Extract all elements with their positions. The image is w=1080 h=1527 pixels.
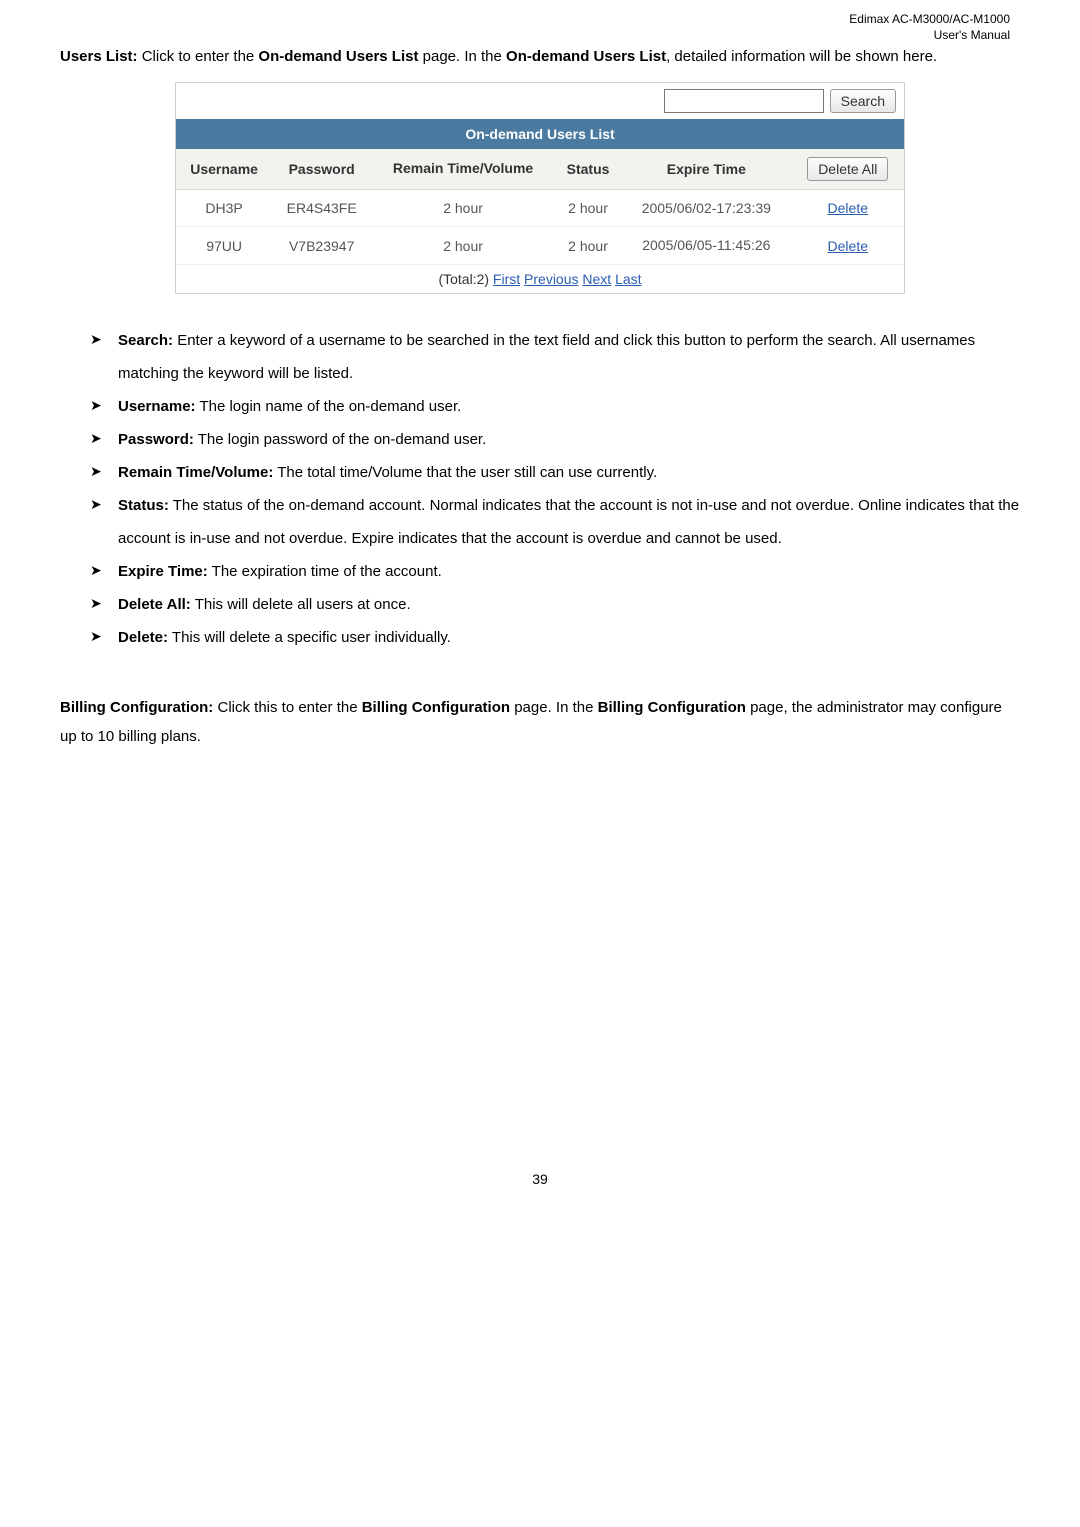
intro-bold-2: On-demand Users List (258, 48, 418, 65)
cell-action: Delete (792, 189, 904, 227)
col-remain: Remain Time/Volume (371, 149, 555, 190)
pager-total: (Total:2) (438, 271, 492, 287)
cell-password: ER4S43FE (272, 189, 371, 227)
cell-expire: 2005/06/02-17:23:39 (621, 189, 791, 227)
search-input[interactable] (664, 89, 824, 113)
search-row: Search (176, 83, 904, 119)
col-expire: Expire Time (621, 149, 791, 190)
bullet-remain: Remain Time/Volume: The total time/Volum… (90, 456, 1020, 489)
col-delete-all: Delete All (792, 149, 904, 190)
cell-username: DH3P (176, 189, 272, 227)
billing-bold-2: Billing Configuration (362, 699, 510, 716)
bullet-body: This will delete a specific user individ… (168, 629, 451, 646)
pager-next[interactable]: Next (582, 271, 611, 287)
page-number: 39 (60, 1171, 1020, 1207)
cell-username: 97UU (176, 227, 272, 265)
billing-paragraph: Billing Configuration: Click this to ent… (60, 694, 1020, 751)
intro-paragraph: Users List: Click to enter the On-demand… (60, 43, 1020, 72)
billing-bold-3: Billing Configuration (598, 699, 746, 716)
table-header-row: Username Password Remain Time/Volume Sta… (176, 149, 904, 190)
bullet-status: Status: The status of the on-demand acco… (90, 489, 1020, 555)
cell-action: Delete (792, 227, 904, 265)
bullet-head: Search: (118, 332, 173, 349)
product-name: Edimax AC-M3000/AC-M1000 (60, 12, 1010, 28)
billing-text-2: page. In the (510, 699, 598, 716)
pagination: (Total:2) First Previous Next Last (176, 265, 904, 293)
bullet-search: Search: Enter a keyword of a username to… (90, 324, 1020, 390)
col-status: Status (555, 149, 621, 190)
bullet-head: Remain Time/Volume: (118, 464, 273, 481)
users-table: Username Password Remain Time/Volume Sta… (176, 149, 904, 266)
pager-previous[interactable]: Previous (524, 271, 578, 287)
pager-first[interactable]: First (493, 271, 520, 287)
cell-remain: 2 hour (371, 227, 555, 265)
cell-remain: 2 hour (371, 189, 555, 227)
bullet-head: Delete: (118, 629, 168, 646)
delete-link[interactable]: Delete (828, 238, 868, 254)
billing-text-1: Click this to enter the (213, 699, 361, 716)
cell-password: V7B23947 (272, 227, 371, 265)
intro-bold-1: Users List: (60, 48, 138, 65)
cell-expire: 2005/06/05-11:45:26 (621, 227, 791, 265)
bullet-head: Status: (118, 497, 169, 514)
table-row: 97UU V7B23947 2 hour 2 hour 2005/06/05-1… (176, 227, 904, 265)
bullet-body: The login name of the on-demand user. (196, 398, 462, 415)
delete-link[interactable]: Delete (828, 200, 868, 216)
cell-status: 2 hour (555, 189, 621, 227)
billing-bold-1: Billing Configuration: (60, 699, 213, 716)
intro-text-3: , detailed information will be shown her… (666, 48, 937, 65)
search-button[interactable]: Search (830, 89, 896, 113)
feature-bullets: Search: Enter a keyword of a username to… (60, 324, 1020, 654)
bullet-body: This will delete all users at once. (191, 596, 411, 613)
bullet-expire: Expire Time: The expiration time of the … (90, 555, 1020, 588)
delete-all-button[interactable]: Delete All (807, 157, 888, 181)
doc-header: Edimax AC-M3000/AC-M1000 User's Manual (60, 0, 1020, 43)
cell-status: 2 hour (555, 227, 621, 265)
bullet-body: The expiration time of the account. (208, 563, 442, 580)
table-row: DH3P ER4S43FE 2 hour 2 hour 2005/06/02-1… (176, 189, 904, 227)
bullet-head: Password: (118, 431, 194, 448)
col-password: Password (272, 149, 371, 190)
intro-text-1: Click to enter the (138, 48, 259, 65)
table-title-bar: On-demand Users List (176, 119, 904, 149)
bullet-body: The status of the on-demand account. Nor… (118, 497, 1019, 547)
bullet-body: The login password of the on-demand user… (194, 431, 486, 448)
col-username: Username (176, 149, 272, 190)
bullet-username: Username: The login name of the on-deman… (90, 390, 1020, 423)
bullet-body: Enter a keyword of a username to be sear… (118, 332, 975, 382)
users-list-panel: Search On-demand Users List Username Pas… (175, 82, 905, 295)
bullet-head: Expire Time: (118, 563, 208, 580)
intro-bold-3: On-demand Users List (506, 48, 666, 65)
bullet-head: Username: (118, 398, 196, 415)
bullet-body: The total time/Volume that the user stil… (273, 464, 657, 481)
intro-text-2: page. In the (418, 48, 506, 65)
bullet-delete-all: Delete All: This will delete all users a… (90, 588, 1020, 621)
bullet-head: Delete All: (118, 596, 191, 613)
pager-last[interactable]: Last (615, 271, 641, 287)
bullet-delete: Delete: This will delete a specific user… (90, 621, 1020, 654)
doc-title: User's Manual (60, 28, 1010, 44)
bullet-password: Password: The login password of the on-d… (90, 423, 1020, 456)
